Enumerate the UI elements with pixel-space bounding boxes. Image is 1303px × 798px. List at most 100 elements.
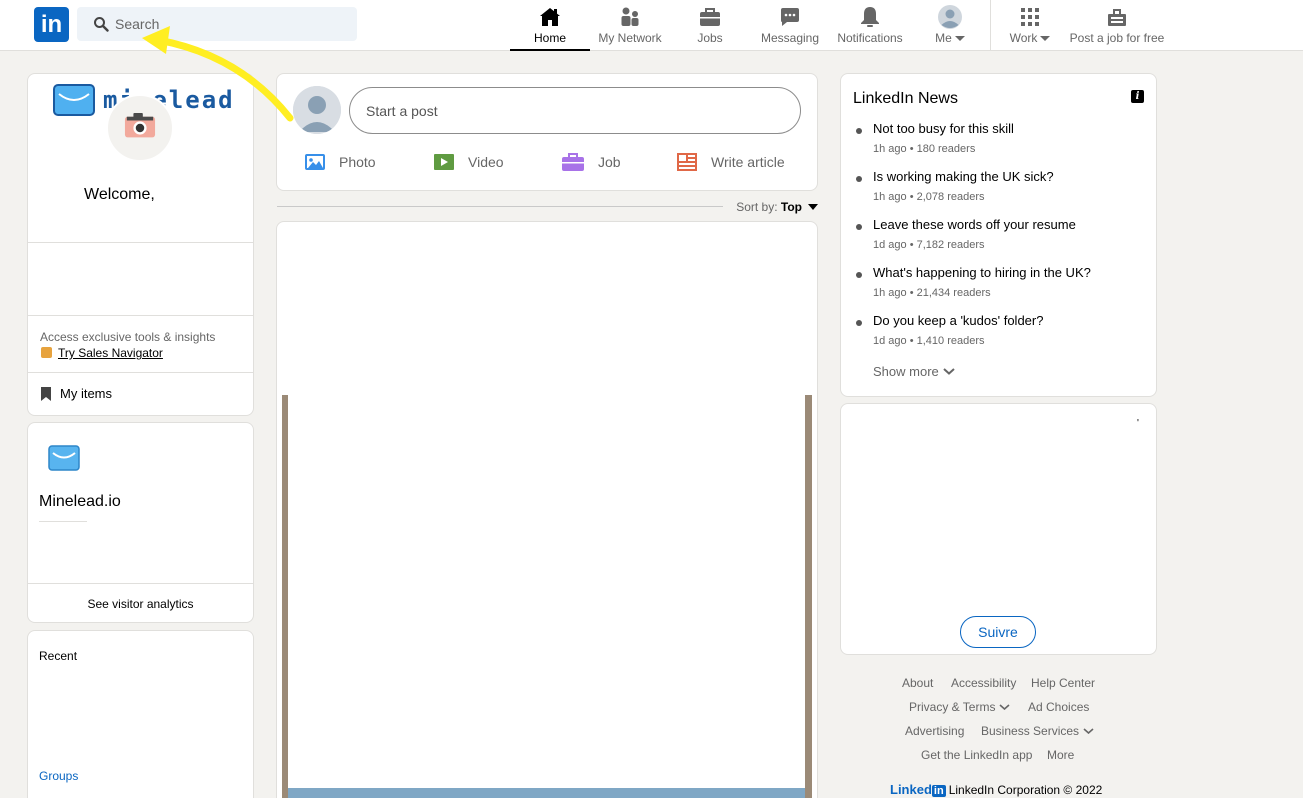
nav-my-network[interactable]: My Network <box>594 0 666 51</box>
recent-card: Recent Groups <box>27 630 254 798</box>
chevron-down-icon <box>999 704 1011 711</box>
my-items-label: My items <box>60 386 112 401</box>
share-job-button[interactable]: Job <box>562 150 621 174</box>
show-more-label: Show more <box>873 364 939 379</box>
share-photo-button[interactable]: Photo <box>305 150 376 174</box>
footer-more-link[interactable]: More <box>1047 748 1074 762</box>
divider <box>28 315 253 316</box>
briefcase-icon <box>700 8 720 26</box>
premium-badge-icon <box>41 347 52 358</box>
linkedin-news-card: LinkedIn News i Not too busy for this sk… <box>840 73 1157 397</box>
envelope-icon <box>48 445 80 471</box>
profile-photo-placeholder[interactable] <box>106 94 174 162</box>
bullet <box>856 272 862 278</box>
footer-logo-word: Linked <box>890 782 932 797</box>
nav-messaging[interactable]: Messaging <box>756 0 824 51</box>
caret-down-icon <box>1040 36 1051 42</box>
bell-icon <box>861 7 879 27</box>
footer-business-label: Business Services <box>981 724 1080 738</box>
bullet <box>856 128 862 134</box>
start-post-button[interactable]: Start a post <box>349 87 801 134</box>
share-video-button[interactable]: Video <box>434 150 504 174</box>
video-icon <box>434 154 454 170</box>
avatar-icon <box>293 86 341 134</box>
bullet <box>856 176 862 182</box>
caret-down-icon <box>808 204 818 210</box>
footer-getapp-link[interactable]: Get the LinkedIn app <box>921 748 1032 762</box>
footer-brand: Linked in LinkedIn Corporation © 2022 <box>890 782 1102 797</box>
nav-home[interactable]: Home <box>510 0 590 51</box>
share-photo-label: Photo <box>339 154 376 170</box>
post-image-content <box>288 395 805 790</box>
nav-me-label: Me <box>935 31 952 45</box>
sort-by-value: Top <box>780 200 802 214</box>
nav-my-network-label: My Network <box>598 31 662 45</box>
news-meta: 1d ago • 7,182 readers <box>873 239 985 251</box>
welcome-text: Welcome, <box>84 186 155 203</box>
nav-work[interactable]: Work <box>1004 0 1056 51</box>
camera-icon <box>124 112 156 138</box>
write-article-button[interactable]: Write article <box>677 150 785 174</box>
nav-jobs-label: Jobs <box>697 31 723 45</box>
try-sales-navigator-label: Try Sales Navigator <box>58 346 163 360</box>
linkedin-logo[interactable]: in <box>34 7 69 42</box>
news-title: LinkedIn News <box>853 90 958 107</box>
news-headline: Leave these words off your resume <box>873 217 1076 232</box>
news-headline: What's happening to hiring in the UK? <box>873 265 1091 280</box>
network-icon <box>621 7 639 26</box>
ad-card: ' Suivre <box>840 403 1157 655</box>
nav-me[interactable]: Me <box>928 0 972 51</box>
photo-icon <box>305 154 325 170</box>
news-meta: 1h ago • 2,078 readers <box>873 191 985 203</box>
post-image-edge <box>288 788 805 798</box>
nav-divider <box>990 0 991 51</box>
sort-by-dropdown[interactable]: Sort by: Top <box>736 200 818 214</box>
visitor-analytics-link[interactable]: See visitor analytics <box>28 597 253 611</box>
search-box[interactable] <box>77 7 357 41</box>
news-meta: 1d ago • 1,410 readers <box>873 335 985 347</box>
share-video-label: Video <box>468 154 504 170</box>
divider <box>277 206 723 207</box>
divider <box>28 583 253 584</box>
search-input[interactable] <box>115 7 345 41</box>
envelope-icon <box>53 84 95 116</box>
share-box: Start a post Photo Video Job Write artic… <box>276 73 818 191</box>
company-page-name[interactable]: Minelead.io <box>39 493 121 511</box>
bullet <box>856 224 862 230</box>
avatar[interactable] <box>293 86 341 134</box>
divider <box>28 242 253 243</box>
show-more-button[interactable]: Show more <box>873 364 955 379</box>
nav-post-job[interactable]: Post a job for free <box>1066 0 1168 51</box>
nav-notifications[interactable]: Notifications <box>832 0 908 51</box>
divider <box>28 372 253 373</box>
news-headline: Not too busy for this skill <box>873 121 1014 136</box>
info-icon[interactable]: i <box>1131 90 1144 103</box>
footer-privacy-link[interactable]: Privacy & Terms <box>909 700 1011 714</box>
footer-business-link[interactable]: Business Services <box>981 724 1094 738</box>
bullet <box>856 320 862 326</box>
groups-link[interactable]: Groups <box>39 769 78 783</box>
nav-messaging-label: Messaging <box>760 31 820 45</box>
footer-about-link[interactable]: About <box>902 676 933 690</box>
news-meta: 1h ago • 21,434 readers <box>873 287 991 299</box>
write-article-label: Write article <box>711 154 785 170</box>
feed-sort-row: Sort by: Top <box>277 200 818 214</box>
nav-post-job-label: Post a job for free <box>1069 31 1165 45</box>
follow-button[interactable]: Suivre <box>960 616 1036 648</box>
try-sales-navigator-link[interactable]: Try Sales Navigator <box>41 346 163 360</box>
company-page-card: Minelead.io See visitor analytics <box>27 422 254 623</box>
nav-notifications-label: Notifications <box>837 31 903 45</box>
article-icon <box>677 153 697 171</box>
profile-card: minelead Welcome, Access exclusive tools… <box>27 73 254 416</box>
footer-privacy-label: Privacy & Terms <box>909 700 996 714</box>
sort-by-label: Sort by: <box>736 200 778 214</box>
my-items-link[interactable]: My items <box>40 386 112 401</box>
footer-accessibility-link[interactable]: Accessibility <box>951 676 1016 690</box>
nav-jobs[interactable]: Jobs <box>686 0 734 51</box>
footer-adchoices-link[interactable]: Ad Choices <box>1028 700 1089 714</box>
footer-advertising-link[interactable]: Advertising <box>905 724 964 738</box>
feed-post[interactable] <box>276 221 818 798</box>
footer-copyright: LinkedIn Corporation © 2022 <box>948 783 1103 797</box>
footer-help-link[interactable]: Help Center <box>1031 676 1095 690</box>
caret-down-icon <box>954 36 965 42</box>
